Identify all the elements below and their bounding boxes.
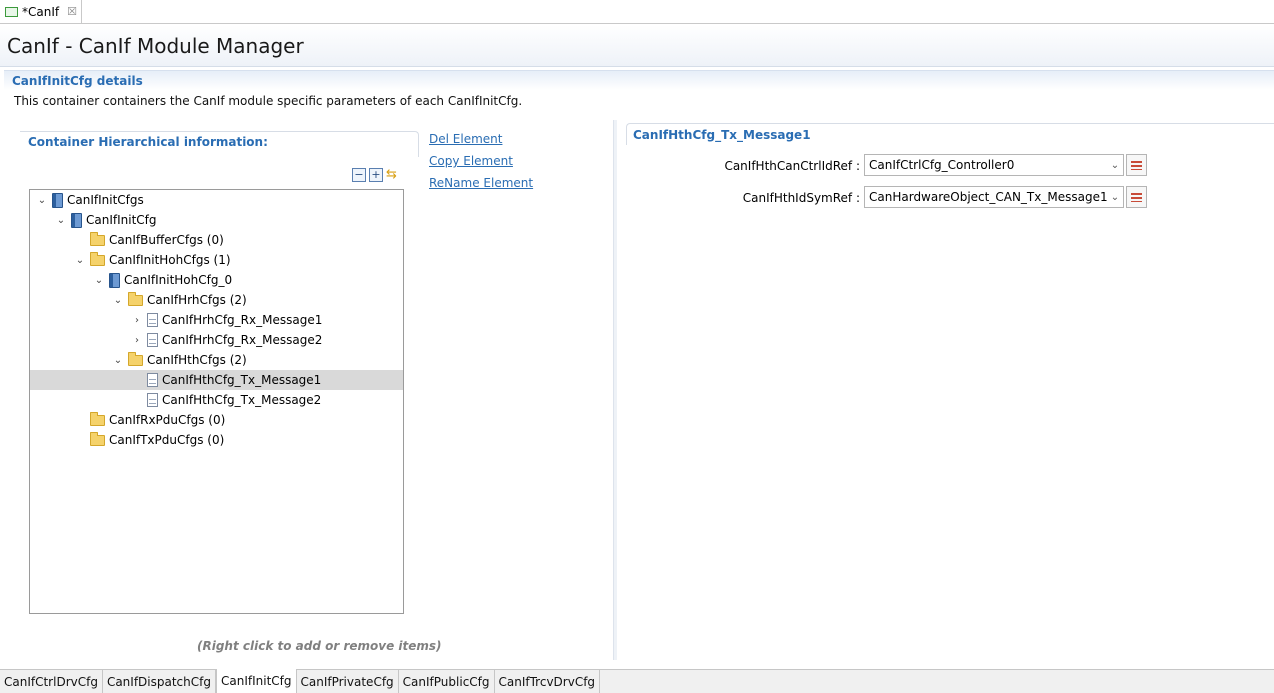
tree-node-label: CanIfInitCfgs [67,193,144,207]
tree-node[interactable]: › CanIfHrhCfg_Rx_Message1 [131,310,322,330]
chevron-down-icon[interactable]: ⌄ [1107,160,1123,171]
page-title: CanIf - CanIf Module Manager [7,34,304,58]
chevron-down-icon[interactable]: ⌄ [36,195,48,206]
tree-node-label: CanIfBufferCfgs (0) [109,233,224,247]
hth-can-ctrl-id-ref-label: CanIfHthCanCtrlIdRef : [724,159,860,173]
chevron-down-icon[interactable]: ⌄ [55,215,67,226]
hth-can-ctrl-id-ref-value: CanIfCtrlCfg_Controller0 [869,158,1015,172]
doc-icon [147,373,158,387]
folder-icon [90,431,105,446]
section-heading: CanIfInitCfg details [12,74,143,88]
tree-node[interactable]: CanIfRxPduCfgs (0) [74,410,225,430]
folder-icon [90,251,105,266]
chevron-down-icon[interactable]: ⌄ [112,295,124,306]
list-icon [1131,192,1142,202]
module-header: CanIf - CanIf Module Manager [0,25,1274,67]
editor-file-icon [5,6,18,17]
tree-toolbar: − + ⇆ [352,168,397,182]
hth-id-sym-ref-select[interactable]: CanHardwareObject_CAN_Tx_Message1 ⌄ [864,186,1124,208]
tree-node-label: CanIfInitHohCfg_0 [124,273,233,287]
hth-id-sym-ref-label: CanIfHthIdSymRef : [742,191,860,205]
folder-icon [128,291,143,306]
rename-element-link[interactable]: ReName Element [429,176,533,198]
tree-node-label: CanIfInitCfg [86,213,157,227]
details-section-bar: CanIfInitCfg details [4,70,1274,90]
hth-can-ctrl-id-ref-list-button[interactable] [1126,154,1147,176]
doc-icon [147,393,158,407]
folder-icon [128,351,143,366]
container-tree[interactable]: ⌄ CanIfInitCfgs ⌄ CanIfInitCfg CanIfBufferCf… [29,189,404,614]
section-description: This container containers the CanIf modu… [14,94,523,108]
hierarchy-heading: Container Hierarchical information: [28,135,268,149]
tree-node[interactable]: ⌄ CanIfInitHohCfg_0 [93,270,232,290]
tree-node-label: CanIfHrhCfgs (2) [147,293,247,307]
close-icon[interactable]: ☒ [67,5,77,18]
chevron-down-icon[interactable]: ⌄ [1107,192,1123,203]
tree-node[interactable]: CanIfTxPduCfgs (0) [74,430,224,450]
tree-node[interactable]: ⌄ CanIfInitHohCfgs (1) [74,250,231,270]
hth-can-ctrl-id-ref-select[interactable]: CanIfCtrlCfg_Controller0 ⌄ [864,154,1124,176]
link-editor-icon[interactable]: ⇆ [386,168,397,182]
hth-id-sym-ref-value: CanHardwareObject_CAN_Tx_Message1 [869,190,1107,204]
tree-hint: (Right click to add or remove items) [197,639,442,653]
tree-node-label: CanIfTxPduCfgs (0) [109,433,225,447]
book-icon [71,212,82,228]
tree-node[interactable]: CanIfHthCfg_Tx_Message1 [30,370,403,390]
chevron-right-icon[interactable]: › [131,335,143,346]
book-icon [52,192,63,208]
doc-icon [147,333,158,347]
tree-node[interactable]: ⌄ CanIfInitCfg [55,210,157,230]
tree-node-label: CanIfHrhCfg_Rx_Message1 [162,313,323,327]
chevron-right-icon[interactable]: › [131,315,143,326]
element-actions: Del Element Copy Element ReName Element [429,132,533,198]
chevron-down-icon[interactable]: ⌄ [93,275,105,286]
tree-node[interactable]: ⌄ CanIfHthCfgs (2) [112,350,247,370]
bottom-tab[interactable]: CanIfDispatchCfg [102,670,216,693]
tree-node-label: CanIfHthCfg_Tx_Message1 [162,373,322,387]
bottom-tab[interactable]: CanIfInitCfg [215,669,297,693]
hth-id-sym-ref-list-button[interactable] [1126,186,1147,208]
chevron-down-icon[interactable]: ⌄ [74,255,86,266]
tree-node-label: CanIfHthCfgs (2) [147,353,247,367]
tree-node-label: CanIfInitHohCfgs (1) [109,253,231,267]
collapse-all-icon[interactable]: − [352,168,366,182]
chevron-down-icon[interactable]: ⌄ [112,355,124,366]
bottom-tab-bar: CanIfCtrlDrvCfg CanIfDispatchCfg CanIfInit… [0,669,1274,693]
doc-icon [147,313,158,327]
expand-all-icon[interactable]: + [369,168,383,182]
tree-node-label: CanIfHrhCfg_Rx_Message2 [162,333,323,347]
tree-node[interactable]: ⌄ CanIfHrhCfgs (2) [112,290,247,310]
bottom-tab[interactable]: CanIfCtrlDrvCfg [0,670,103,693]
tree-node-label: CanIfRxPduCfgs (0) [109,413,226,427]
tree-node-label: CanIfHthCfg_Tx_Message2 [162,393,322,407]
list-icon [1131,160,1142,170]
tree-node[interactable]: ⌄ CanIfInitCfgs [36,190,144,210]
editor-tab-label: *CanIf [22,4,60,19]
del-element-link[interactable]: Del Element [429,132,533,154]
editor-tab-canif[interactable]: *CanIf ☒ [0,0,82,24]
folder-icon [90,231,105,246]
bottom-tab[interactable]: CanIfPublicCfg [398,670,495,693]
details-heading: CanIfHthCfg_Tx_Message1 [633,128,811,142]
bottom-tab[interactable]: CanIfPrivateCfg [296,670,399,693]
editor-tabstrip: *CanIf ☒ [0,0,1274,24]
tree-node[interactable]: CanIfHthCfg_Tx_Message2 [131,390,321,410]
folder-icon [90,411,105,426]
copy-element-link[interactable]: Copy Element [429,154,533,176]
tree-node[interactable]: CanIfBufferCfgs (0) [74,230,224,250]
bottom-tab[interactable]: CanIfTrcvDrvCfg [494,670,601,693]
tree-node[interactable]: › CanIfHrhCfg_Rx_Message2 [131,330,322,350]
book-icon [109,272,120,288]
